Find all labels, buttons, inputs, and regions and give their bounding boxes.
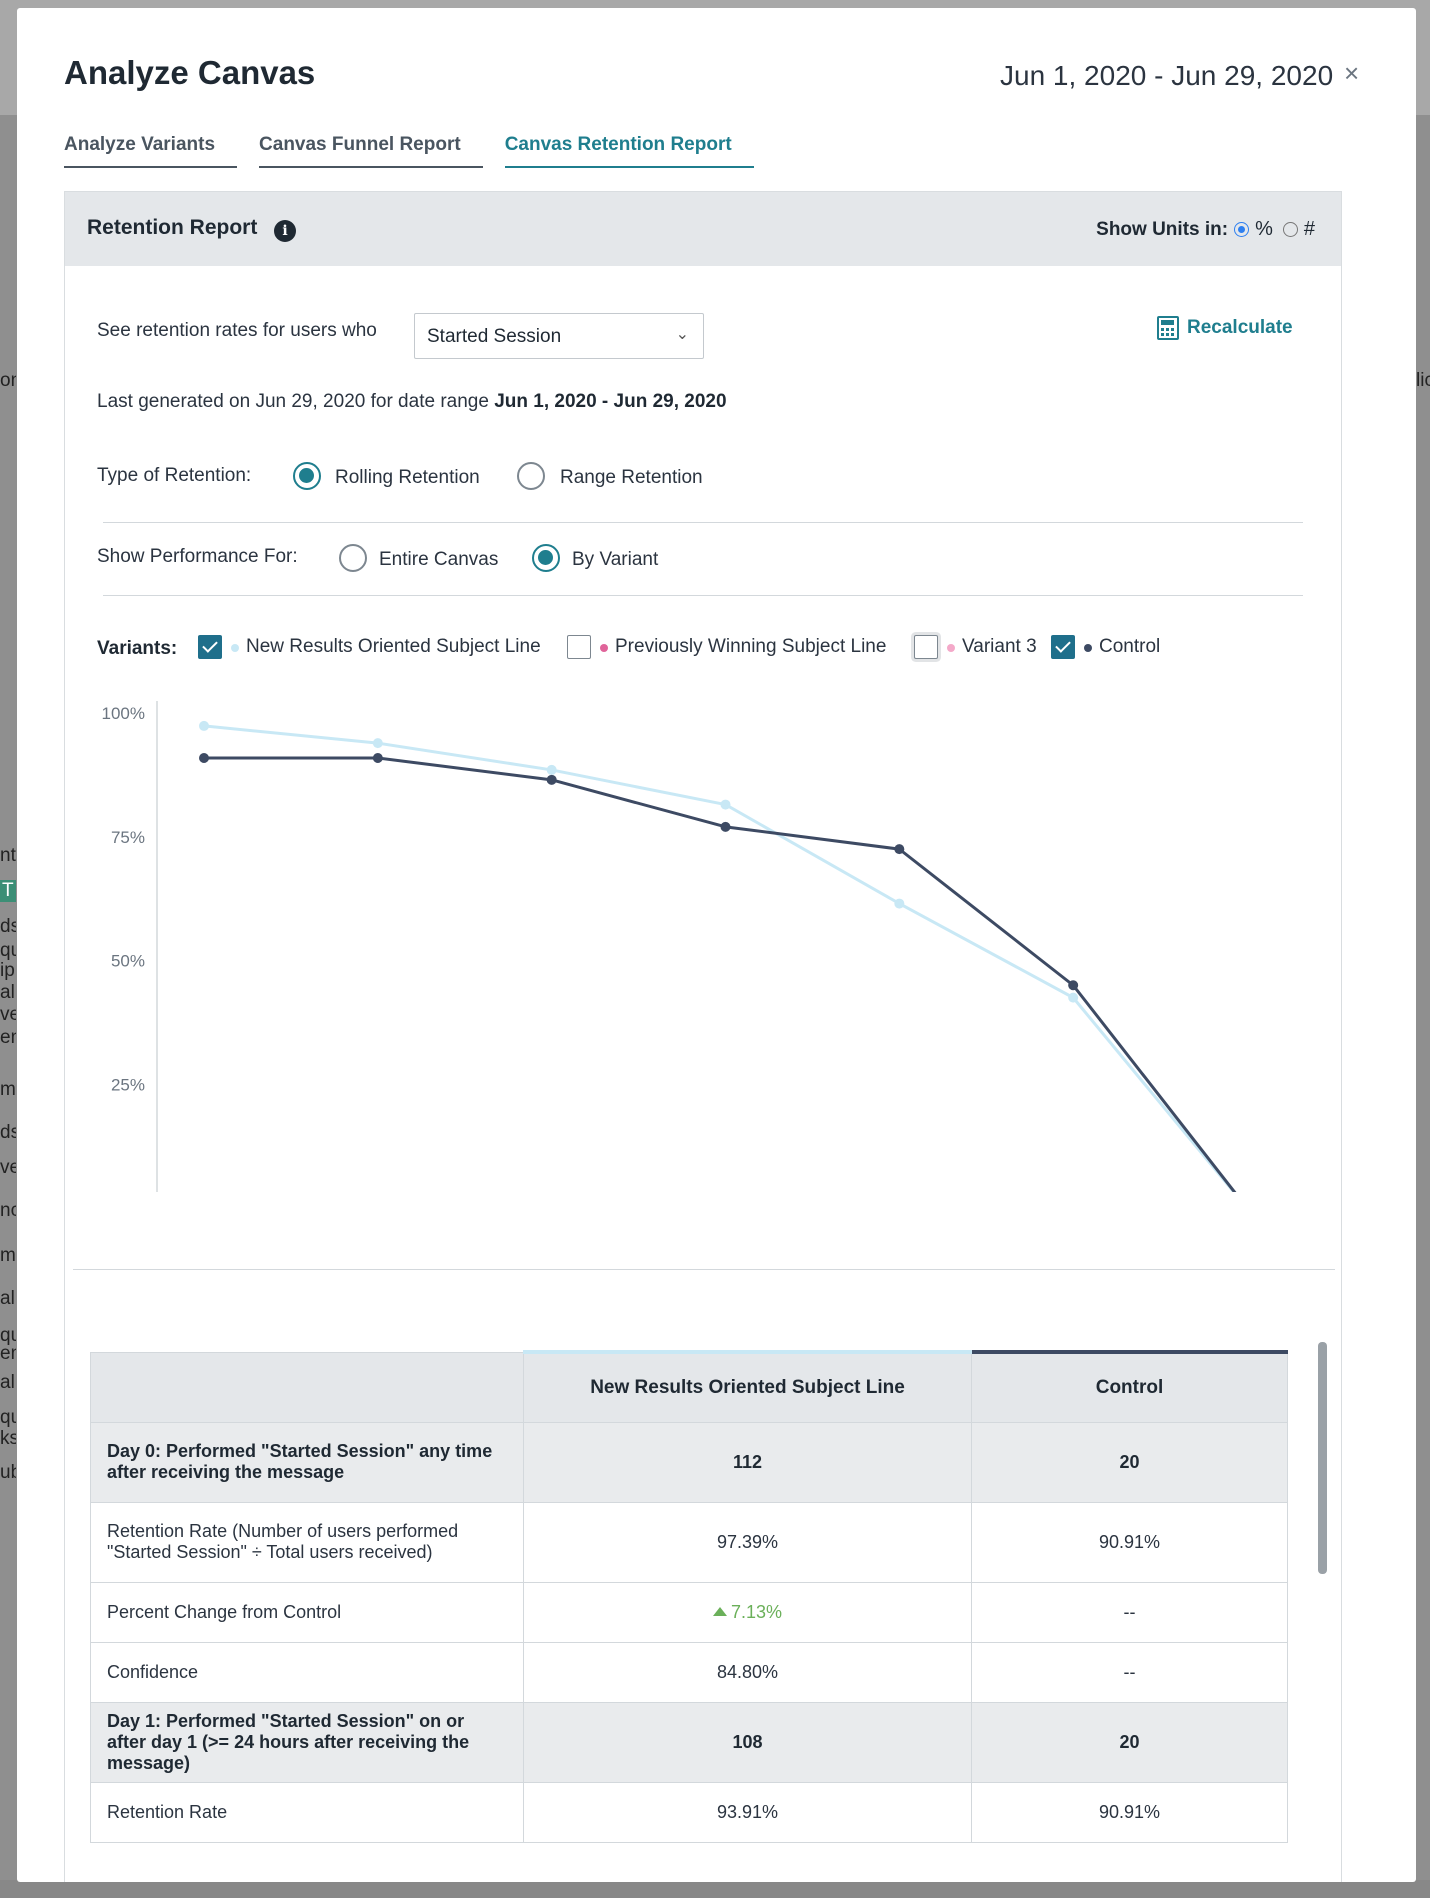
data-point bbox=[546, 774, 557, 785]
background-text-fragment: m bbox=[0, 1079, 16, 1100]
table-cell: 20 bbox=[971, 1701, 1288, 1783]
background-text-fragment: ip bbox=[0, 960, 15, 981]
retention-line-chart: 100%75%50%25%0%> 0 Days> 1 Day> 3 Days> … bbox=[102, 701, 1237, 1192]
y-tick-label: 75% bbox=[111, 828, 145, 847]
table-row: Percent Change from Control 7.13% -- bbox=[90, 1581, 1288, 1643]
percent-change-value: 7.13% bbox=[730, 1601, 783, 1622]
data-point bbox=[372, 752, 383, 763]
table-row-label: Day 1: Performed "Started Session" on or… bbox=[90, 1701, 524, 1783]
background-text-fragment: ub bbox=[0, 1462, 16, 1483]
table-cell: 20 bbox=[971, 1421, 1288, 1503]
table-cell: 93.91% bbox=[523, 1781, 972, 1843]
background-text-fragment: al bbox=[0, 1288, 15, 1309]
series-line bbox=[203, 724, 1236, 1192]
modal-title: Analyze Canvas bbox=[64, 54, 316, 91]
tab-canvas-funnel-report[interactable]: Canvas Funnel Report bbox=[259, 134, 483, 168]
divider bbox=[73, 1269, 1335, 1270]
table-header-row: New Results Oriented Subject Line Contro… bbox=[90, 1350, 1288, 1423]
table-header-new-results: New Results Oriented Subject Line bbox=[523, 1350, 972, 1423]
background-text-fragment: lic bbox=[1416, 370, 1430, 391]
background-text-fragment: al bbox=[0, 1372, 15, 1393]
background-text-fragment: en bbox=[0, 1027, 16, 1048]
y-tick-label: 50% bbox=[111, 952, 145, 971]
close-icon[interactable]: × bbox=[1344, 60, 1359, 86]
table-cell: 112 bbox=[523, 1421, 972, 1503]
background-text-fragment: ve bbox=[0, 1004, 16, 1025]
table-cell: 7.13% bbox=[523, 1581, 972, 1643]
date-range: Jun 1, 2020 - Jun 29, 2020 bbox=[1000, 60, 1334, 91]
background-text-fragment: qu bbox=[0, 940, 16, 961]
data-point bbox=[894, 898, 905, 909]
data-point bbox=[720, 821, 731, 832]
y-tick-label: 100% bbox=[102, 704, 145, 723]
table-group-row: Day 1: Performed "Started Session" on or… bbox=[90, 1701, 1288, 1783]
background-text-fragment: nc bbox=[0, 1200, 16, 1221]
background-text-fragment: ks bbox=[0, 1428, 16, 1449]
trend-up-icon bbox=[712, 1606, 727, 1616]
data-point bbox=[199, 752, 209, 763]
table-header-empty bbox=[90, 1351, 524, 1423]
background-text-fragment: ds bbox=[0, 916, 16, 937]
background-text-fragment: nt bbox=[0, 845, 16, 866]
background-app-footer bbox=[0, 1880, 1430, 1898]
data-point bbox=[546, 764, 557, 775]
data-point bbox=[894, 844, 905, 855]
table-cell: 90.91% bbox=[971, 1501, 1288, 1583]
table-cell: -- bbox=[971, 1581, 1288, 1643]
retention-table: New Results Oriented Subject Line Contro… bbox=[90, 1350, 1288, 1843]
table-row-label: Confidence bbox=[90, 1641, 524, 1703]
table-row-label: Day 0: Performed "Started Session" any t… bbox=[90, 1421, 524, 1503]
data-point bbox=[199, 720, 209, 731]
table-row: Confidence 84.80% -- bbox=[90, 1641, 1288, 1703]
retention-table-wrapper: New Results Oriented Subject Line Contro… bbox=[90, 1350, 1315, 1843]
background-text-fragment: m bbox=[0, 1245, 16, 1266]
data-point bbox=[1068, 992, 1079, 1003]
background-text-fragment: en bbox=[0, 1343, 16, 1364]
table-row: Retention Rate 93.91% 90.91% bbox=[90, 1781, 1288, 1843]
table-body: Day 0: Performed "Started Session" any t… bbox=[90, 1421, 1288, 1843]
data-point bbox=[1068, 980, 1079, 991]
y-tick-label: 25% bbox=[111, 1075, 145, 1094]
tab-analyze-variants[interactable]: Analyze Variants bbox=[64, 134, 238, 168]
table-cell: -- bbox=[971, 1641, 1288, 1703]
data-point bbox=[372, 738, 383, 749]
table-scrollbar[interactable] bbox=[1318, 1342, 1327, 1574]
tab-canvas-retention-report[interactable]: Canvas Retention Report bbox=[504, 134, 754, 168]
table-row-label: Retention Rate (Number of users performe… bbox=[90, 1501, 524, 1583]
table-row: Retention Rate (Number of users performe… bbox=[90, 1501, 1288, 1583]
table-group-row: Day 0: Performed "Started Session" any t… bbox=[90, 1421, 1288, 1503]
data-point bbox=[720, 799, 731, 810]
table-row-label: Retention Rate bbox=[90, 1781, 524, 1843]
background-text-fragment: qu bbox=[0, 1407, 16, 1428]
table-cell: 90.91% bbox=[971, 1781, 1288, 1843]
background-text-fragment: on bbox=[0, 370, 16, 391]
background-text-fragment: ve bbox=[0, 1157, 16, 1178]
background-text-fragment: T bbox=[0, 880, 16, 902]
table-cell: 108 bbox=[523, 1701, 972, 1783]
analyze-canvas-modal: Analyze Canvas Jun 1, 2020 - Jun 29, 202… bbox=[17, 8, 1416, 1882]
table-cell: 97.39% bbox=[523, 1501, 972, 1583]
table-cell: 84.80% bbox=[523, 1641, 972, 1703]
tab-bar: Analyze Variants Canvas Funnel Report Ca… bbox=[64, 134, 776, 168]
background-text-fragment: al bbox=[0, 982, 15, 1003]
table-row-label: Percent Change from Control bbox=[90, 1581, 524, 1643]
background-text-fragment: ds bbox=[0, 1122, 16, 1143]
table-header-control: Control bbox=[971, 1350, 1288, 1423]
retention-report-panel: Retention Report i Show Units in: % # Se… bbox=[64, 191, 1342, 1882]
